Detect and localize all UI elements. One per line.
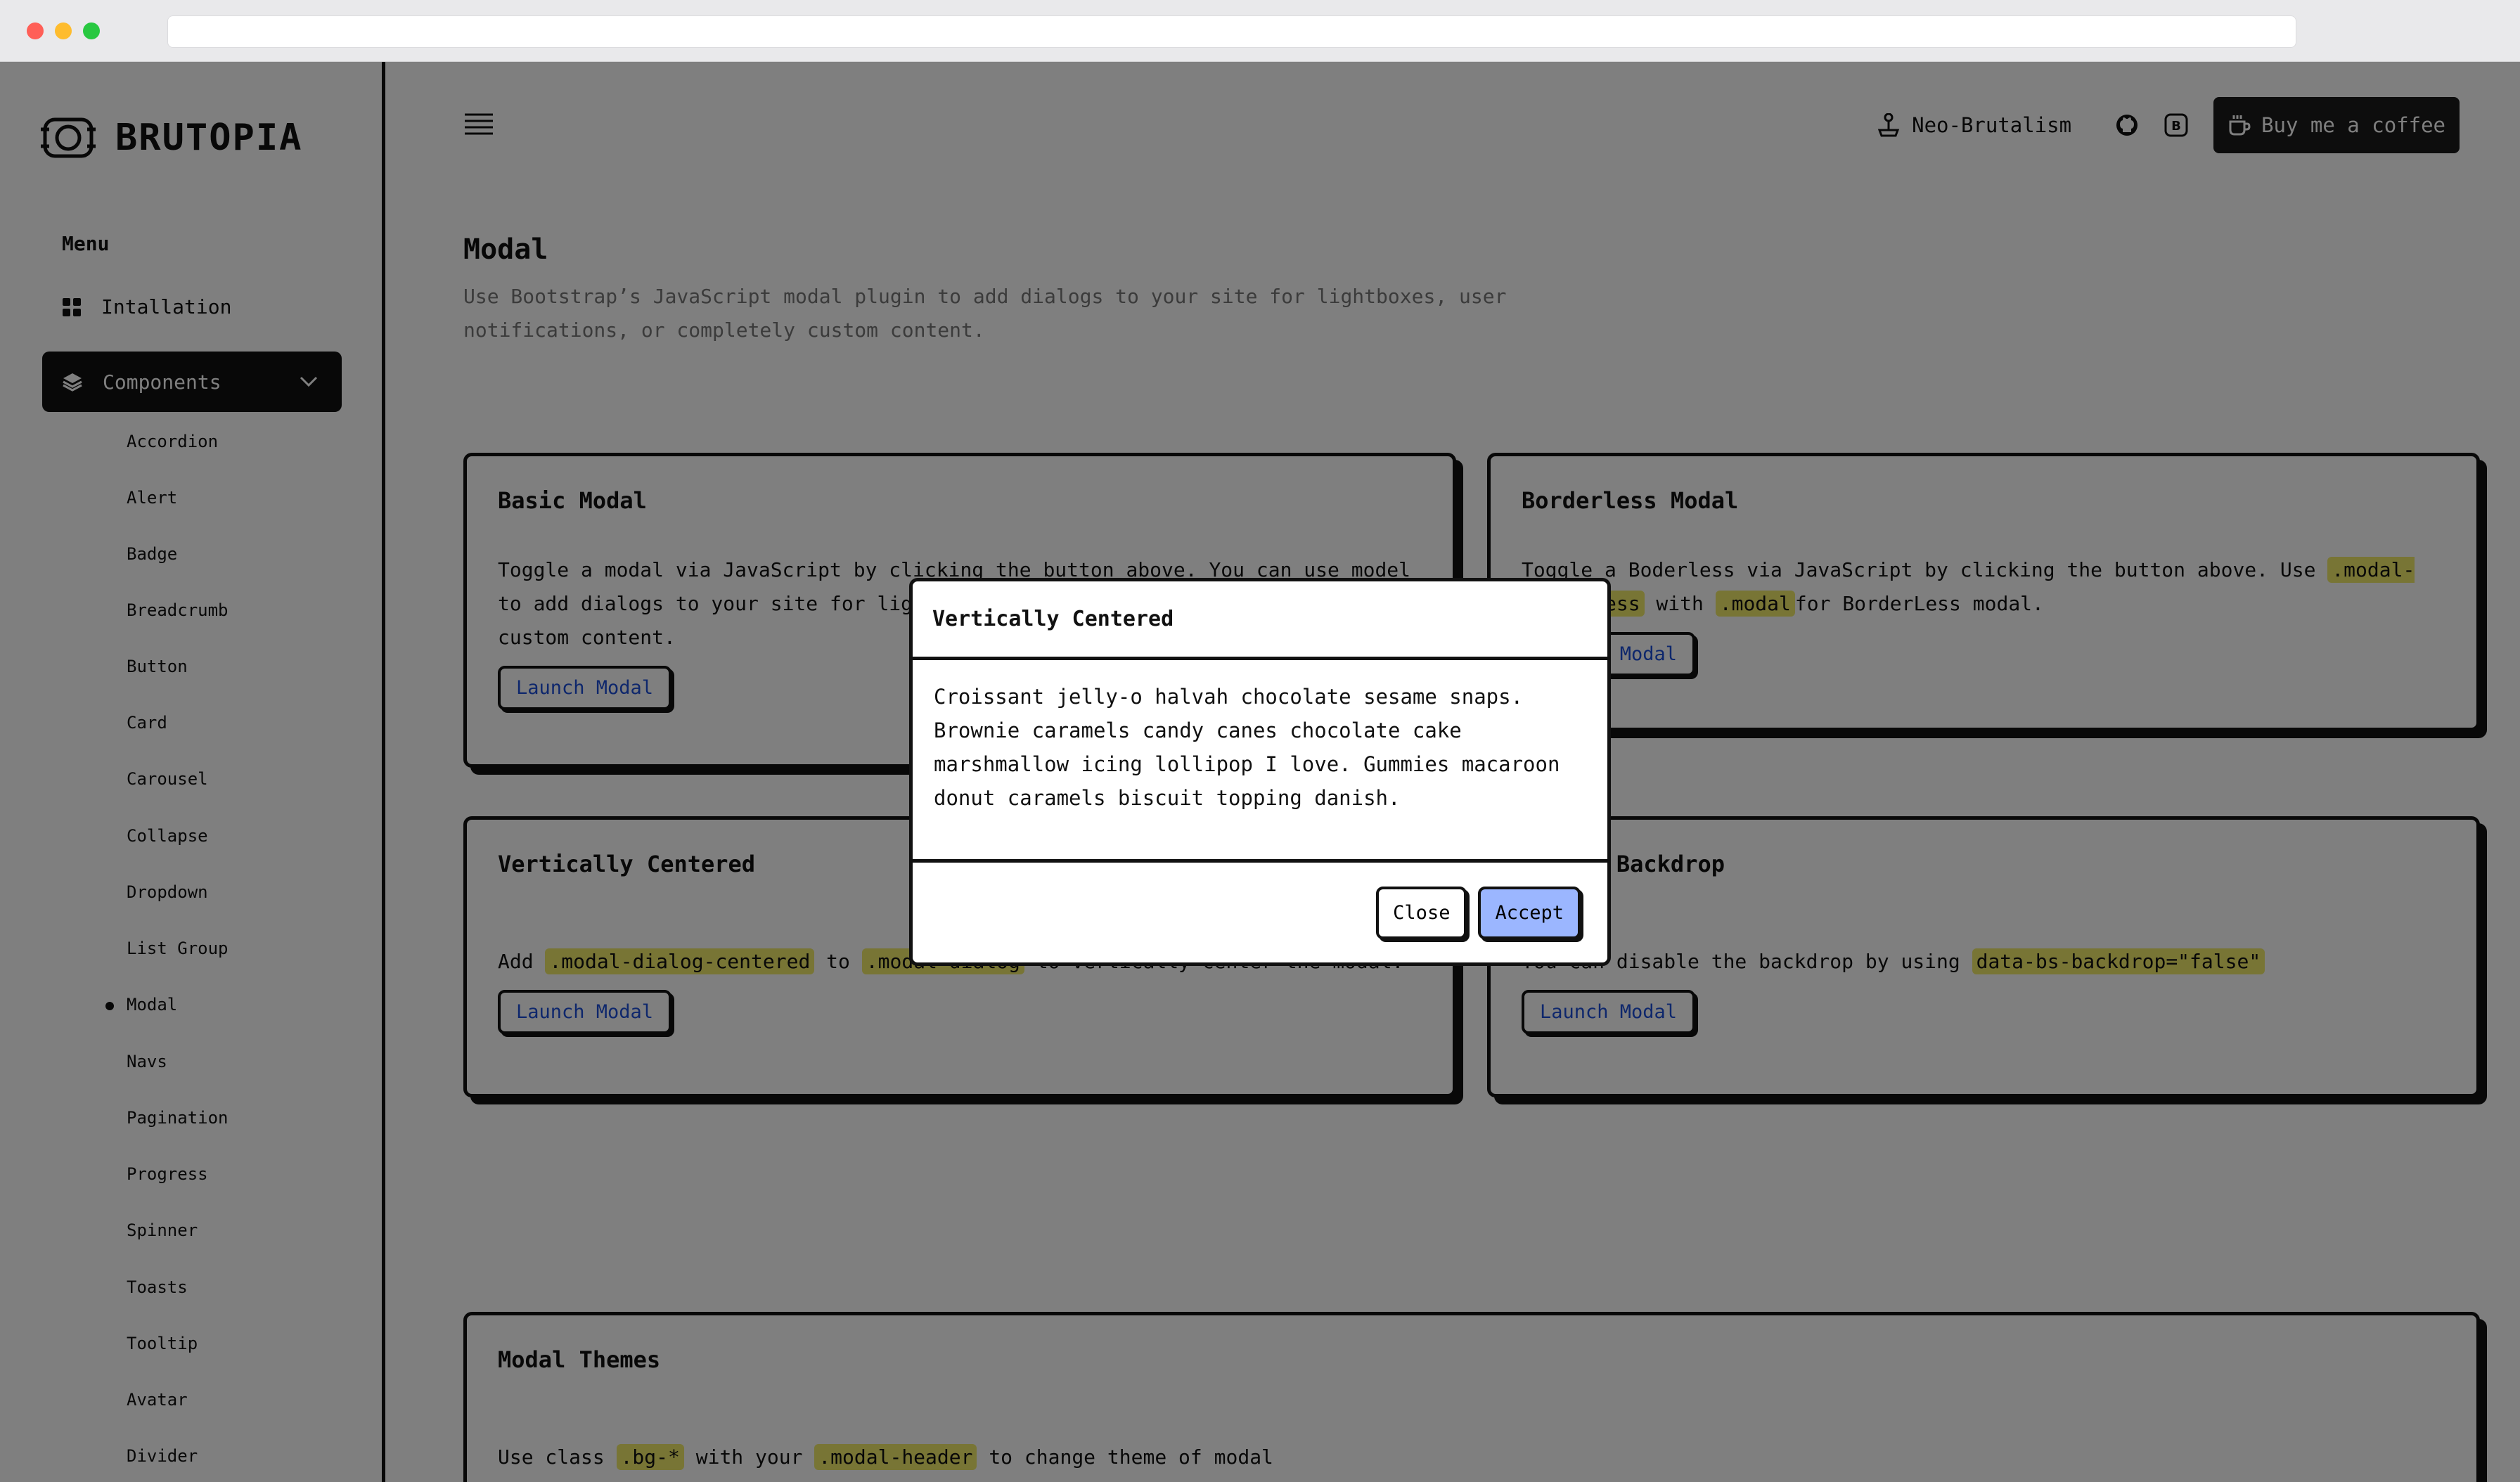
modal-footer: Close Accept (913, 863, 1607, 962)
address-bar[interactable] (167, 15, 2296, 48)
maximize-window-icon[interactable] (83, 22, 100, 39)
modal-header: Vertically Centered (913, 581, 1607, 660)
modal-title: Vertically Centered (932, 607, 1174, 631)
browser-chrome (0, 0, 2520, 62)
accept-button[interactable]: Accept (1478, 886, 1581, 939)
minimize-window-icon[interactable] (55, 22, 72, 39)
close-button[interactable]: Close (1376, 886, 1467, 939)
modal-dialog: Vertically Centered Croissant jelly-o ha… (909, 578, 1611, 966)
close-window-icon[interactable] (27, 22, 44, 39)
modal-body: Croissant jelly-o halvah chocolate sesam… (913, 660, 1607, 863)
